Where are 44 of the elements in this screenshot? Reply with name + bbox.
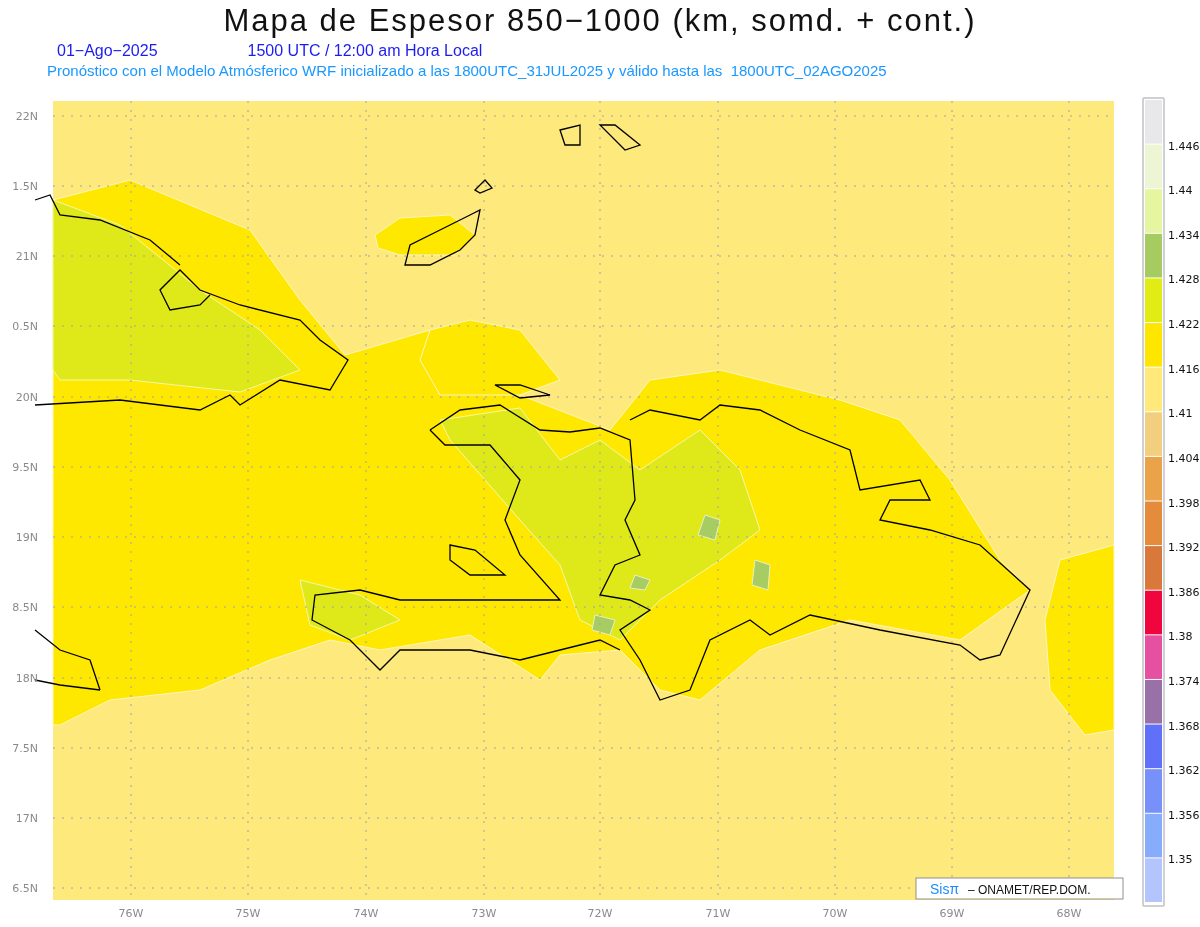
forecast-date: 01−Ago−2025	[57, 41, 158, 61]
longitude-label: 76W	[118, 907, 144, 920]
latitude-label: 22N	[15, 110, 38, 123]
colorbar-label: 1.362	[1168, 764, 1200, 778]
colorbar-label: 1.422	[1168, 318, 1200, 332]
latitude-label: 1.5N	[12, 180, 38, 193]
longitude-label: 69W	[939, 907, 965, 920]
colorbar-label: 1.446	[1168, 139, 1200, 153]
latitude-label: 19N	[15, 531, 38, 544]
colorbar-label: 1.368	[1168, 719, 1200, 733]
colorbar-label: 1.374	[1168, 674, 1200, 688]
longitude-label: 75W	[235, 907, 261, 920]
colorbar-label: 1.398	[1168, 496, 1200, 510]
colorbar-label: 1.404	[1168, 451, 1200, 465]
latitude-label: 18N	[15, 672, 38, 685]
latitude-label: 8.5N	[12, 601, 38, 614]
colorbar-label: 1.392	[1168, 541, 1200, 555]
colorbar-label: 1.416	[1168, 362, 1200, 376]
colorbar-label: 1.386	[1168, 585, 1200, 599]
longitude-label: 74W	[353, 907, 379, 920]
latitude-label: 9.5N	[12, 461, 38, 474]
colorbar-label: 1.35	[1168, 853, 1193, 867]
colorbar-label: 1.41	[1168, 407, 1193, 421]
credit-logo: Sisπ	[930, 881, 960, 897]
latitude-label: 21N	[15, 250, 38, 263]
latitude-label: 20N	[15, 391, 38, 404]
map-title: Mapa de Espesor 850−1000 (km, somd. + cont.)	[222, 3, 978, 39]
longitude-label: 68W	[1056, 907, 1082, 920]
longitude-label: 73W	[471, 907, 497, 920]
colorbar-label: 1.428	[1168, 273, 1200, 287]
longitude-label: 71W	[705, 907, 731, 920]
latitude-label: 6.5N	[12, 882, 38, 895]
longitude-label: 72W	[587, 907, 613, 920]
latitude-label: 0.5N	[12, 320, 38, 333]
forecast-description: Pronóstico con el Modelo Atmósferico WRF inicializado a las 1800UTC_31JUL2025 y válido hasta las 1800UTC_02AGO2025	[46, 61, 888, 81]
credit-text: – ONAMET/REP.DOM.	[968, 883, 1091, 897]
longitude-label: 70W	[822, 907, 848, 920]
colorbar-label: 1.356	[1168, 808, 1200, 822]
latitude-label: 17N	[15, 812, 38, 825]
colorbar-label: 1.44	[1168, 184, 1193, 198]
colorbar-label: 1.38	[1168, 630, 1193, 644]
latitude-label: 7.5N	[12, 742, 38, 755]
colorbar-label: 1.434	[1168, 228, 1200, 242]
forecast-time: 1500 UTC / 12:00 am Hora Local	[247, 41, 483, 61]
